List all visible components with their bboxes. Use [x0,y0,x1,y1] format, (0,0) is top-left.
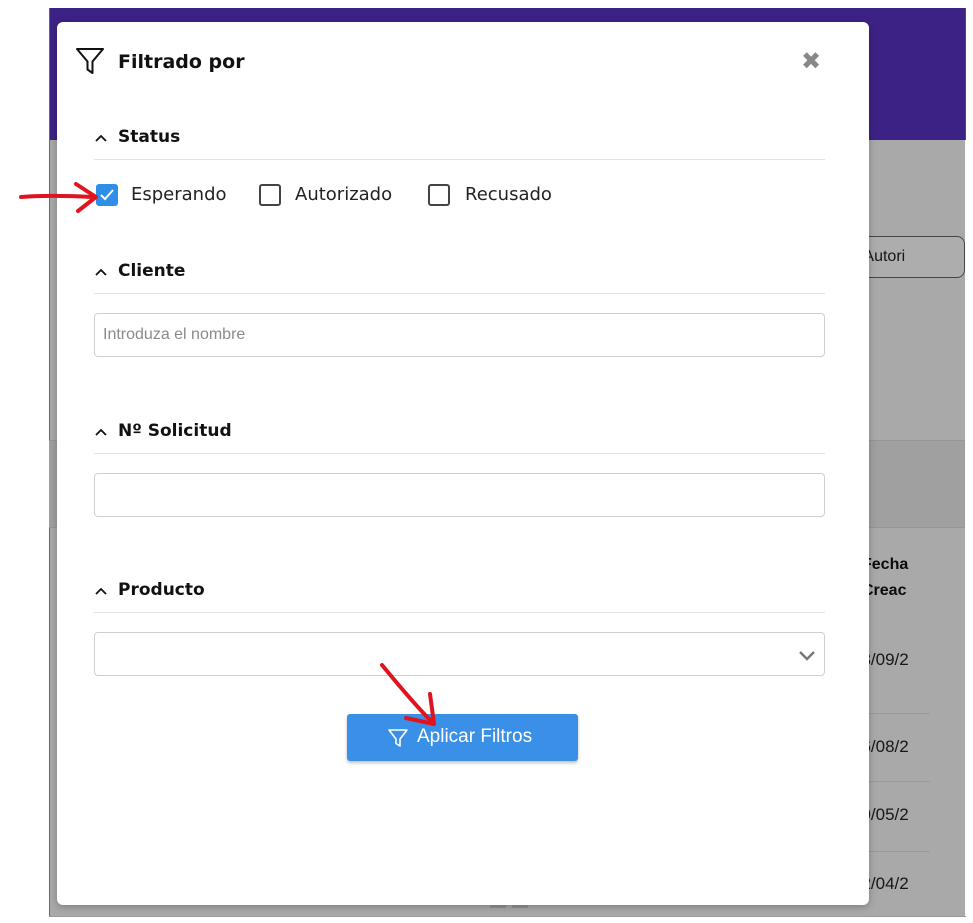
chevron-up-icon [95,428,107,436]
section-label-solicitud: Nº Solicitud [118,421,232,441]
section-label-status: Status [118,127,181,147]
section-cliente[interactable]: Cliente [94,253,825,294]
section-status[interactable]: Status [94,119,825,160]
chevron-up-icon [95,587,107,595]
chevron-down-icon [799,651,815,661]
checkbox-label-recusado[interactable]: Recusado [465,184,552,205]
checkbox-autorizado[interactable] [259,184,281,206]
checkbox-label-esperando[interactable]: Esperando [131,184,227,205]
section-label-producto: Producto [118,580,205,600]
checkbox-recusado[interactable] [428,184,450,206]
solicitud-number-input[interactable] [94,473,825,517]
apply-filters-button[interactable]: Aplicar Filtros [347,714,578,761]
producto-select[interactable] [94,632,825,676]
close-icon[interactable]: ✖ [797,48,825,76]
section-producto[interactable]: Producto [94,572,825,613]
filter-modal: Filtrado por ✖ Status Esperando Autoriza… [57,22,869,905]
checkbox-label-autorizado[interactable]: Autorizado [295,184,392,205]
apply-filters-label: Aplicar Filtros [417,726,533,747]
checkbox-esperando[interactable] [96,184,118,206]
chevron-up-icon [95,134,107,142]
cliente-name-input[interactable] [94,313,825,357]
section-solicitud[interactable]: Nº Solicitud [94,413,825,454]
check-icon [100,189,114,201]
filter-icon [76,48,104,74]
chevron-up-icon [95,268,107,276]
filter-icon [388,729,408,747]
modal-title: Filtrado por [118,51,245,73]
section-label-cliente: Cliente [118,261,186,281]
